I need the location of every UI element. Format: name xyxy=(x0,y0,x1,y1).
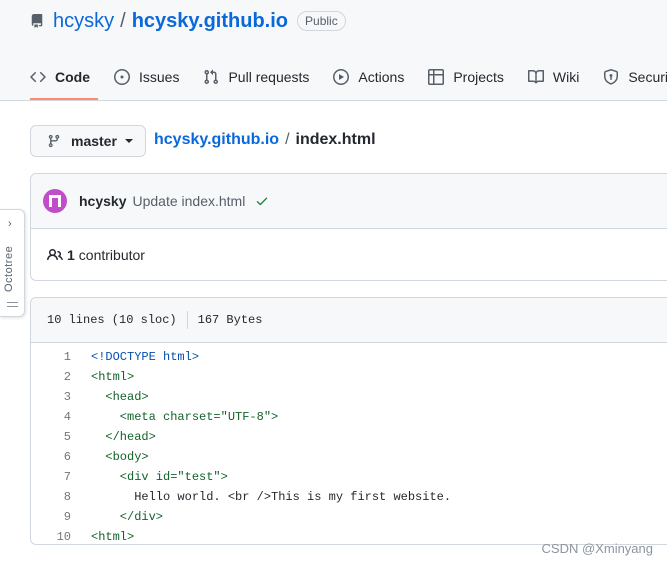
line-number[interactable]: 7 xyxy=(31,470,71,484)
chevron-right-icon: › xyxy=(8,218,12,230)
code-line: 6 <body> xyxy=(31,447,667,467)
octotree-toggle[interactable]: › Octotree xyxy=(0,209,25,317)
code-line: 7 <div id="test"> xyxy=(31,467,667,487)
repo-header: hcysky / hcysky.github.io Public Code Is… xyxy=(0,0,667,101)
file-line-count: 10 lines (10 sloc) xyxy=(47,313,177,327)
table-icon xyxy=(428,69,445,85)
contributors-row[interactable]: 1 contributor xyxy=(31,229,667,281)
check-icon[interactable] xyxy=(255,194,269,208)
breadcrumb-separator: / xyxy=(285,131,290,148)
line-number[interactable]: 4 xyxy=(31,410,71,424)
repo-name-link[interactable]: hcysky.github.io xyxy=(132,10,288,33)
line-number[interactable]: 1 xyxy=(31,350,71,364)
code-block: 1 <!DOCTYPE html> 2 <html> 3 <head> 4 <met… xyxy=(31,343,667,547)
tab-label: Wiki xyxy=(552,69,580,85)
avatar[interactable] xyxy=(43,189,67,213)
tab-issues[interactable]: Issues xyxy=(114,60,179,100)
tab-wiki[interactable]: Wiki xyxy=(527,60,580,100)
line-number[interactable]: 5 xyxy=(31,430,71,444)
line-content: <body> xyxy=(91,450,149,464)
line-content: <html> xyxy=(91,530,135,544)
book-icon xyxy=(527,69,544,84)
branch-name: master xyxy=(71,133,117,149)
pull-request-icon xyxy=(204,69,219,85)
shield-icon xyxy=(604,69,619,85)
tab-security[interactable]: Securit xyxy=(603,60,667,100)
caret-down-icon xyxy=(124,139,133,143)
tab-projects[interactable]: Projects xyxy=(428,60,504,100)
code-line: 5 </head> xyxy=(31,427,667,447)
line-number[interactable]: 10 xyxy=(31,530,71,544)
breadcrumb: hcysky.github.io / index.html xyxy=(154,131,376,149)
tab-label: Issues xyxy=(139,69,180,85)
line-content: Hello world. <br />This is my first webs… xyxy=(91,490,452,504)
code-line: 8 Hello world. <br />This is my first we… xyxy=(31,487,667,507)
code-icon xyxy=(30,71,46,83)
grip-icon[interactable] xyxy=(7,302,18,310)
contributor-count: 1 xyxy=(67,247,75,263)
line-content: <div id="test"> xyxy=(91,470,228,484)
code-line: 4 <meta charset="UTF-8"> xyxy=(31,407,667,427)
file-size: 167 Bytes xyxy=(197,313,263,327)
commit-author-link[interactable]: hcysky xyxy=(79,193,126,209)
line-number[interactable]: 8 xyxy=(31,490,71,504)
contributor-label: contributor xyxy=(78,247,145,263)
code-line: 3 <head> xyxy=(31,387,667,407)
issue-icon xyxy=(114,69,130,85)
tab-label: Code xyxy=(55,69,90,85)
code-line: 1 <!DOCTYPE html> xyxy=(31,347,667,367)
title-separator: / xyxy=(120,9,126,32)
line-number[interactable]: 9 xyxy=(31,510,71,524)
repo-tabs: Code Issues Pull requests Actions Projec… xyxy=(30,60,667,100)
line-content: </head> xyxy=(91,430,156,444)
line-number[interactable]: 6 xyxy=(31,450,71,464)
line-content: <head> xyxy=(91,390,149,404)
line-number[interactable]: 2 xyxy=(31,370,71,384)
latest-commit-box: hcysky Update index.html 1 contributor xyxy=(30,173,667,281)
line-number[interactable]: 3 xyxy=(31,390,71,404)
file-viewer: 10 lines (10 sloc) 167 Bytes 1 <!DOCTYPE … xyxy=(30,297,667,545)
play-icon xyxy=(333,69,350,85)
code-line: 2 <html> xyxy=(31,367,667,387)
tab-label: Securit xyxy=(628,69,667,85)
line-content: <!DOCTYPE html> xyxy=(91,350,200,364)
file-info-bar: 10 lines (10 sloc) 167 Bytes xyxy=(31,298,667,343)
breadcrumb-file: index.html xyxy=(295,131,376,148)
repo-title: hcysky / hcysky.github.io Public xyxy=(30,8,346,34)
watermark: CSDN @Xminyang xyxy=(541,541,653,556)
tab-label: Actions xyxy=(358,69,405,85)
line-content: </div> xyxy=(91,510,164,524)
branch-select-button[interactable]: master xyxy=(30,125,146,157)
tab-label: Projects xyxy=(453,69,504,85)
tab-actions[interactable]: Actions xyxy=(333,60,404,100)
code-line: 9 </div> xyxy=(31,507,667,527)
repo-owner-link[interactable]: hcysky xyxy=(53,10,114,33)
tab-pull-requests[interactable]: Pull requests xyxy=(203,60,309,100)
line-content: <html> xyxy=(91,370,135,384)
divider xyxy=(186,311,188,329)
breadcrumb-repo-link[interactable]: hcysky.github.io xyxy=(154,131,279,149)
commit-message-link[interactable]: Update index.html xyxy=(132,193,245,209)
octotree-label: Octotree xyxy=(3,245,15,292)
git-branch-icon xyxy=(48,134,60,148)
tab-label: Pull requests xyxy=(228,69,310,85)
repo-icon xyxy=(31,14,43,28)
line-content: <meta charset="UTF-8"> xyxy=(91,410,279,424)
commit-row: hcysky Update index.html xyxy=(31,174,667,229)
tab-code[interactable]: Code xyxy=(30,60,98,100)
people-icon xyxy=(47,248,63,261)
visibility-badge: Public xyxy=(297,11,346,31)
